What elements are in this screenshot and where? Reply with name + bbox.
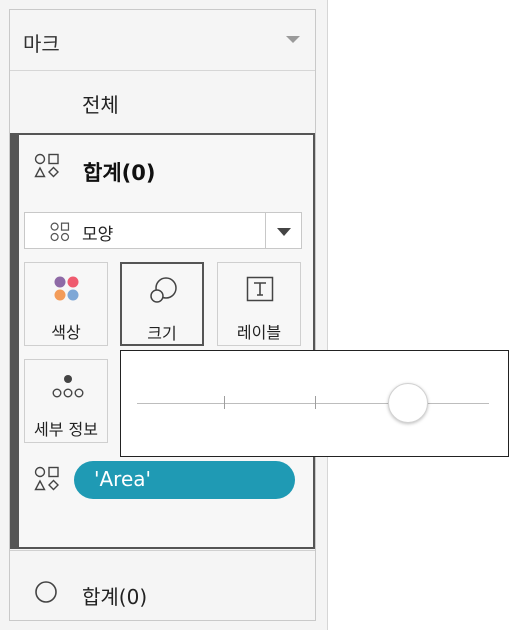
sum-card-2-title: 합계(0) <box>82 585 148 609</box>
left-sidebar: 마크 전체 합계(0) 모양 색상 크기 레이블 세부 정보 'Area' 합계… <box>0 0 328 630</box>
sum-card-title: 합계(0) <box>83 161 156 185</box>
size-button[interactable]: 크기 <box>120 262 204 346</box>
shape-field-pill-text: 'Area' <box>94 467 152 491</box>
size-slider-popup <box>120 350 509 457</box>
marks-card-all[interactable]: 전체 <box>10 71 315 133</box>
mark-type-label: 모양 <box>82 225 114 245</box>
dropdown-divider <box>265 213 266 248</box>
detail-label: 세부 정보 <box>34 420 98 439</box>
label-button[interactable]: 레이블 <box>217 262 301 346</box>
size-label: 크기 <box>147 324 177 343</box>
detail-dots-icon <box>52 375 84 398</box>
detail-button[interactable]: 세부 정보 <box>24 359 108 443</box>
text-label-icon <box>246 276 274 302</box>
shape-field-pill[interactable]: 'Area' <box>74 461 295 499</box>
marks-card-sum: 합계(0) 모양 색상 크기 레이블 세부 정보 'Area' <box>10 133 315 549</box>
mark-type-dropdown[interactable]: 모양 <box>24 212 302 249</box>
marks-panel: 마크 전체 합계(0) 모양 색상 크기 레이블 세부 정보 'Area' 합계… <box>9 9 316 621</box>
color-dots-icon <box>54 276 79 301</box>
shape-icon <box>50 222 70 242</box>
color-label: 색상 <box>51 323 81 342</box>
all-marks-label: 전체 <box>82 93 119 117</box>
marks-card-sum-2[interactable]: 합계(0) <box>10 550 315 621</box>
slider-tick <box>224 396 225 409</box>
size-slider-thumb[interactable] <box>388 383 429 423</box>
shape-icon <box>34 153 59 178</box>
size-icon <box>150 277 177 303</box>
chevron-down-icon[interactable] <box>286 36 300 43</box>
size-slider-track[interactable] <box>137 403 489 404</box>
slider-tick <box>315 396 316 409</box>
circle-icon <box>35 581 57 603</box>
shape-icon <box>34 466 59 491</box>
chevron-down-icon[interactable] <box>277 228 291 236</box>
marks-header[interactable]: 마크 <box>10 10 315 71</box>
marks-title: 마크 <box>23 32 60 56</box>
label-label: 레이블 <box>236 323 282 342</box>
color-button[interactable]: 색상 <box>24 262 108 346</box>
